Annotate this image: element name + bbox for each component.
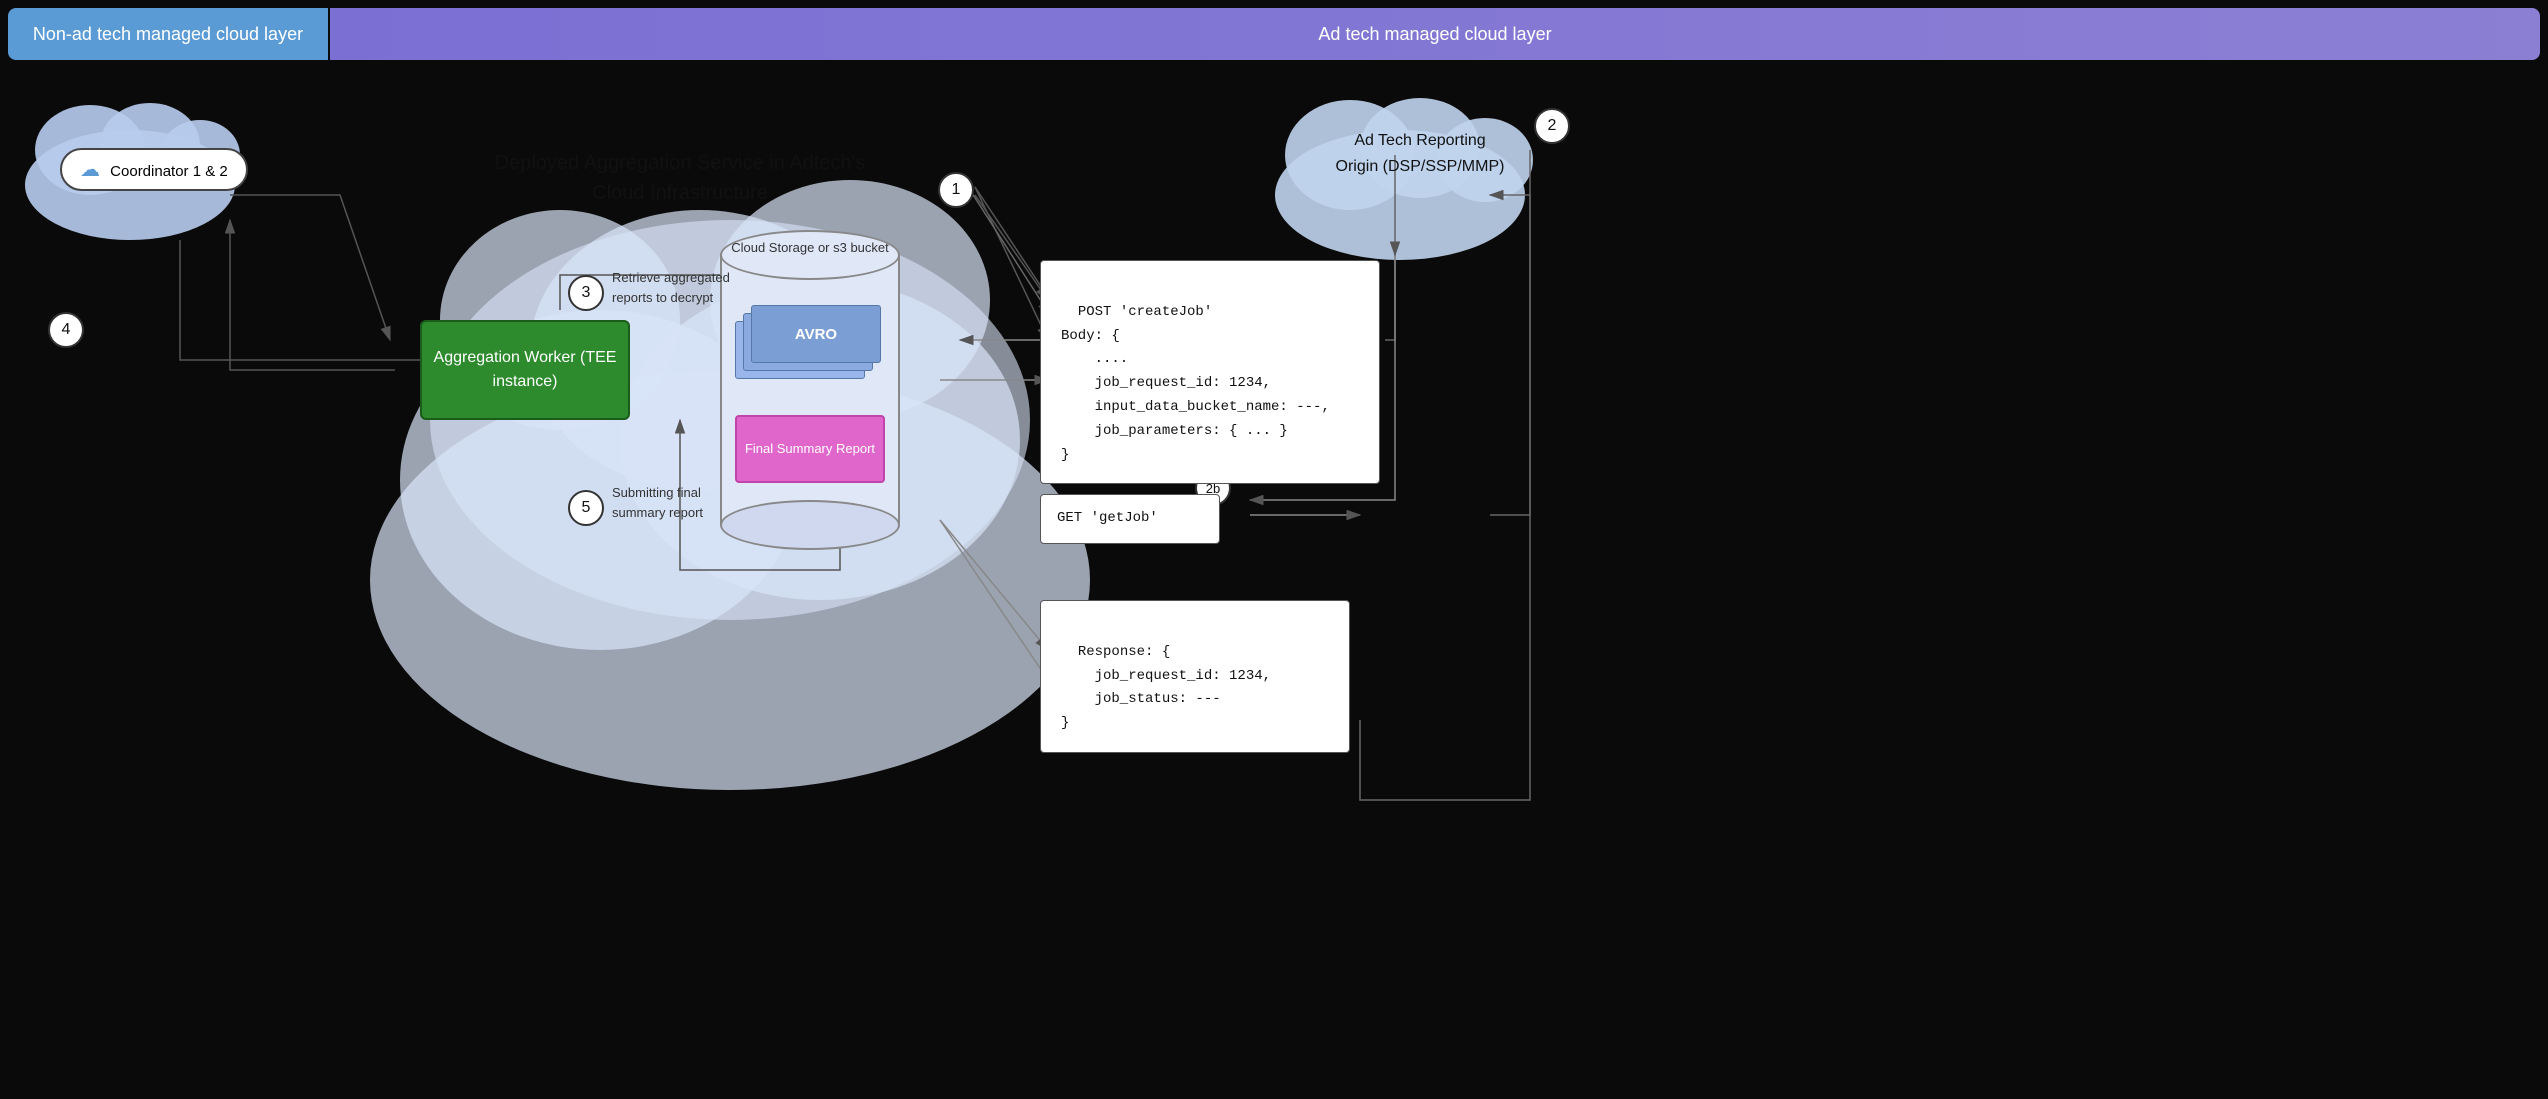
badge-1: 1 (938, 172, 974, 208)
avro-stack: AVRO (735, 305, 885, 390)
step5-label: Submitting final summary report (612, 483, 742, 522)
get-job-box: GET 'getJob' (1040, 494, 1220, 544)
non-ad-tech-banner: Non-ad tech managed cloud layer (8, 8, 328, 60)
adtech-label: Ad Tech ReportingOrigin (DSP/SSP/MMP) (1290, 128, 1550, 179)
avro-label: AVRO (795, 326, 837, 343)
service-title-text: Deployed Aggregation Service in Adtech's… (495, 152, 866, 204)
storage-label: Cloud Storage or s3 bucket (720, 238, 900, 258)
step3-label: Retrieve aggregated reports to decrypt (612, 268, 742, 307)
coordinator-label: ☁ Coordinator 1 & 2 (60, 148, 248, 191)
create-job-text: POST 'createJob' Body: { .... job_reques… (1061, 304, 1330, 463)
storage-cylinder: Cloud Storage or s3 bucket AVRO Final Su… (720, 230, 900, 550)
diagram-arrows (0, 0, 2548, 1099)
non-ad-tech-label: Non-ad tech managed cloud layer (33, 24, 303, 45)
get-job-text: GET 'getJob' (1057, 510, 1158, 526)
summary-report-box: Final Summary Report (735, 415, 885, 483)
badge-4: 4 (48, 312, 84, 348)
create-job-box: POST 'createJob' Body: { .... job_reques… (1040, 260, 1380, 484)
service-title: Deployed Aggregation Service in Adtech's… (460, 148, 900, 208)
badge-3: 3 (568, 275, 604, 311)
badge-5: 5 (568, 490, 604, 526)
worker-label: Aggregation Worker (TEE instance) (422, 346, 628, 394)
response-box: Response: { job_request_id: 1234, job_st… (1040, 600, 1350, 753)
storage-text: Cloud Storage or s3 bucket (731, 240, 889, 255)
ad-tech-label: Ad tech managed cloud layer (1318, 24, 1551, 45)
coordinator-text: Coordinator 1 & 2 (110, 163, 228, 180)
worker-box: Aggregation Worker (TEE instance) (420, 320, 630, 420)
top-banner: Non-ad tech managed cloud layer Ad tech … (0, 0, 2548, 68)
summary-label: Final Summary Report (745, 441, 875, 458)
adtech-text: Ad Tech ReportingOrigin (DSP/SSP/MMP) (1336, 132, 1505, 175)
ad-tech-banner: Ad tech managed cloud layer (330, 8, 2540, 60)
response-text: Response: { job_request_id: 1234, job_st… (1061, 644, 1271, 731)
